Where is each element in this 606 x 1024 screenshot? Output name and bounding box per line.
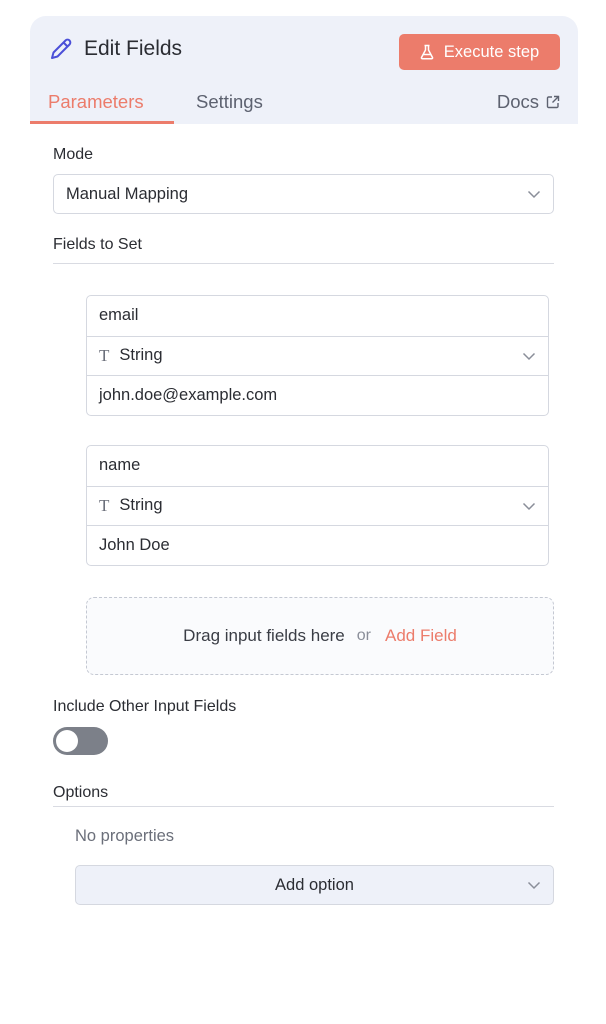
chevron-down-icon — [527, 881, 541, 890]
dropzone-or: or — [356, 627, 371, 644]
node-header: Edit Fields Execute step Parameters Sett… — [30, 16, 578, 124]
field-name-input[interactable]: name — [87, 446, 548, 486]
options-label: Options — [53, 784, 109, 801]
external-link-icon — [546, 95, 560, 109]
mode-value: Manual Mapping — [66, 184, 188, 203]
chevron-down-icon — [522, 502, 536, 510]
pencil-icon — [48, 36, 74, 62]
dropzone-text: Drag input fields here — [183, 626, 345, 645]
field-value-input[interactable]: John Doe — [87, 525, 548, 565]
field-type-value: String — [119, 496, 163, 515]
field-assignment-name: name T String John Doe — [86, 445, 549, 566]
field-name-value: email — [99, 306, 139, 325]
fields-to-set-label: Fields to Set — [53, 236, 142, 253]
tab-parameters[interactable]: Parameters — [48, 91, 144, 113]
field-type-value: String — [119, 346, 163, 365]
mode-select[interactable]: Manual Mapping — [53, 174, 554, 214]
execute-step-button[interactable]: Execute step — [399, 34, 560, 70]
tab-settings[interactable]: Settings — [196, 91, 263, 113]
include-other-fields-toggle[interactable] — [53, 727, 108, 755]
field-name-value: name — [99, 456, 141, 475]
docs-link[interactable]: Docs — [497, 91, 560, 113]
toggle-knob — [56, 730, 78, 752]
text-type-icon: T — [99, 345, 110, 365]
field-value-text: John Doe — [99, 535, 170, 554]
include-other-fields-label: Include Other Input Fields — [53, 698, 237, 715]
text-type-icon: T — [99, 495, 110, 515]
field-value-text: john.doe@example.com — [99, 385, 278, 404]
mode-label: Mode — [53, 146, 94, 163]
chevron-down-icon — [522, 352, 536, 360]
field-type-select[interactable]: T String — [87, 335, 548, 376]
add-option-button[interactable]: Add option — [75, 865, 554, 905]
field-assignment-email: email T String john.doe@example.com — [86, 295, 549, 416]
title-group: Edit Fields — [48, 36, 182, 62]
add-option-label: Add option — [275, 875, 354, 894]
page-title: Edit Fields — [84, 37, 183, 60]
no-properties-text: No properties — [75, 827, 175, 845]
field-value-input[interactable]: john.doe@example.com — [87, 375, 548, 415]
field-dropzone[interactable]: Drag input fields here or Add Field — [86, 597, 554, 675]
add-field-link[interactable]: Add Field — [385, 626, 457, 646]
field-type-select[interactable]: T String — [87, 485, 548, 526]
execute-step-label: Execute step — [443, 42, 540, 61]
section-divider — [53, 263, 554, 264]
options-divider — [53, 806, 554, 807]
field-name-input[interactable]: email — [87, 296, 548, 336]
flask-icon — [420, 44, 434, 60]
active-tab-indicator — [30, 121, 174, 124]
docs-label: Docs — [496, 91, 539, 112]
chevron-down-icon — [527, 190, 541, 199]
